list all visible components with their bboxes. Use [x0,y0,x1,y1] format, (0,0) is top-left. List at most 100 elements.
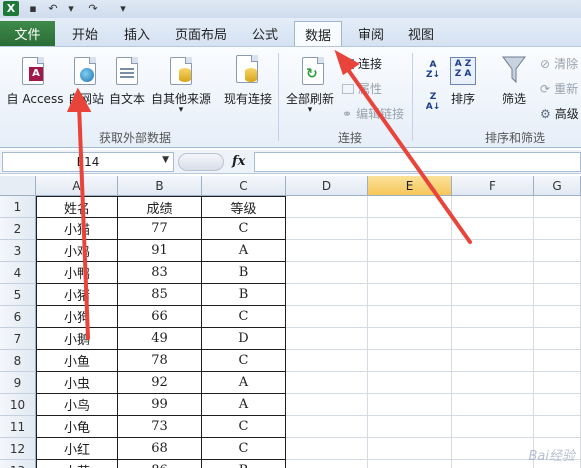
cell-d2[interactable] [286,218,368,240]
cell-d3[interactable] [286,240,368,262]
reapply-filter-button[interactable]: ⟳ 重新 [540,80,578,97]
cell-f7[interactable] [452,328,534,350]
cell-c13[interactable]: B [202,460,286,468]
column-header-g[interactable]: G [534,176,581,196]
edit-links-button[interactable]: ⚭ 编辑链接 [342,105,404,122]
tab-file[interactable]: 文件 [0,21,55,46]
row-header-2[interactable]: 2 [0,218,36,240]
cell-f2[interactable] [452,218,534,240]
properties-button[interactable]: 属性 [342,80,382,97]
cell-a7[interactable]: 小鹅 [36,328,118,350]
cell-a6[interactable]: 小狗 [36,306,118,328]
cell-b5[interactable]: 85 [118,284,202,306]
row-header-10[interactable]: 10 [0,394,36,416]
cell-b3[interactable]: 91 [118,240,202,262]
cell-a11[interactable]: 小龟 [36,416,118,438]
cell-e5[interactable] [368,284,452,306]
cell-f1[interactable] [452,196,534,218]
cell-b9[interactable]: 92 [118,372,202,394]
cell-a8[interactable]: 小鱼 [36,350,118,372]
cell-d12[interactable] [286,438,368,460]
column-header-c[interactable]: C [202,176,286,196]
sort-z-to-a-button[interactable]: Z A↓ [422,91,444,115]
tab-view[interactable]: 视图 [400,21,442,46]
row-header-8[interactable]: 8 [0,350,36,372]
row-header-7[interactable]: 7 [0,328,36,350]
cell-e12[interactable] [368,438,452,460]
cell-e11[interactable] [368,416,452,438]
cell-g1[interactable] [534,196,581,218]
cell-d4[interactable] [286,262,368,284]
column-header-b[interactable]: B [118,176,202,196]
cell-e10[interactable] [368,394,452,416]
select-all-corner[interactable] [0,176,36,196]
cell-f9[interactable] [452,372,534,394]
row-header-9[interactable]: 9 [0,372,36,394]
cell-d7[interactable] [286,328,368,350]
cell-g11[interactable] [534,416,581,438]
cell-b12[interactable]: 68 [118,438,202,460]
cell-c8[interactable]: C [202,350,286,372]
cell-g5[interactable] [534,284,581,306]
column-header-d[interactable]: D [286,176,368,196]
tab-page-layout[interactable]: 页面布局 [168,21,234,46]
cell-g3[interactable] [534,240,581,262]
cell-d5[interactable] [286,284,368,306]
cell-c2[interactable]: C [202,218,286,240]
cell-f6[interactable] [452,306,534,328]
advanced-filter-button[interactable]: ⚙ 高级 [540,105,579,122]
cell-g7[interactable] [534,328,581,350]
row-header-6[interactable]: 6 [0,306,36,328]
column-header-a[interactable]: A [36,176,118,196]
cell-f5[interactable] [452,284,534,306]
cell-g9[interactable] [534,372,581,394]
cell-a3[interactable]: 小鸡 [36,240,118,262]
cell-c12[interactable]: C [202,438,286,460]
cell-e1[interactable] [368,196,452,218]
tab-review[interactable]: 审阅 [350,21,392,46]
cell-c1[interactable]: 等级 [202,196,286,218]
cell-b11[interactable]: 73 [118,416,202,438]
cell-a13[interactable]: 小花 [36,460,118,468]
cell-c10[interactable]: A [202,394,286,416]
cell-d9[interactable] [286,372,368,394]
row-header-11[interactable]: 11 [0,416,36,438]
cell-b8[interactable]: 78 [118,350,202,372]
cell-c11[interactable]: C [202,416,286,438]
clear-filter-button[interactable]: ⊘ 清除 [540,55,578,72]
cell-f12[interactable] [452,438,534,460]
cell-f4[interactable] [452,262,534,284]
cell-a12[interactable]: 小红 [36,438,118,460]
column-header-f[interactable]: F [452,176,534,196]
cell-d8[interactable] [286,350,368,372]
cell-e3[interactable] [368,240,452,262]
row-header-12[interactable]: 12 [0,438,36,460]
cell-b13[interactable]: 86 [118,460,202,468]
insert-function-icon[interactable]: fx [232,154,245,169]
cell-e9[interactable] [368,372,452,394]
cell-b7[interactable]: 49 [118,328,202,350]
cell-a2[interactable]: 小猫 [36,218,118,240]
cell-c7[interactable]: D [202,328,286,350]
cell-d11[interactable] [286,416,368,438]
cell-b4[interactable]: 83 [118,262,202,284]
tab-formulas[interactable]: 公式 [244,21,286,46]
tab-data[interactable]: 数据 [294,21,342,47]
cell-g6[interactable] [534,306,581,328]
formula-bar-resize-handle[interactable] [178,153,224,171]
cell-a10[interactable]: 小鸟 [36,394,118,416]
cell-b6[interactable]: 66 [118,306,202,328]
tab-home[interactable]: 开始 [64,21,106,46]
row-header-5[interactable]: 5 [0,284,36,306]
connections-button[interactable]: 连接 [342,55,382,72]
cell-e4[interactable] [368,262,452,284]
cell-d13[interactable] [286,460,368,468]
name-box-dropdown-icon[interactable]: ▼ [162,155,169,165]
cell-e8[interactable] [368,350,452,372]
customize-quick-access-icon[interactable]: ▾ [118,1,128,16]
save-icon[interactable]: ▪ [26,1,40,16]
column-header-e[interactable]: E [368,176,452,196]
cell-c9[interactable]: A [202,372,286,394]
cell-c4[interactable]: B [202,262,286,284]
cell-f13[interactable] [452,460,534,468]
